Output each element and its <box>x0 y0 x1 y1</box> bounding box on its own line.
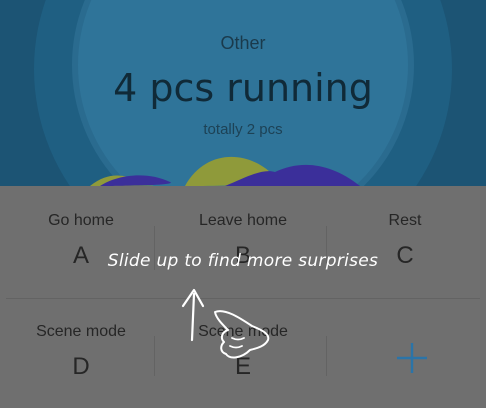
total-count: totally 2 pcs <box>203 121 283 138</box>
scene-leave-home[interactable]: Leave home B <box>162 186 324 297</box>
add-scene-button[interactable] <box>392 338 432 378</box>
divider <box>154 336 155 376</box>
scene-name: Leave home <box>198 212 288 229</box>
scene-mode-d[interactable]: Scene mode D <box>0 297 162 408</box>
scene-letter: D <box>72 353 90 380</box>
plus-icon <box>397 343 427 373</box>
status-area: Other 4 pcs running totally 2 pcs <box>0 0 486 186</box>
scene-rest[interactable]: Rest C <box>324 186 486 297</box>
scene-name: Rest <box>388 212 422 229</box>
scene-name: Scene mode <box>36 323 126 340</box>
swipe-hint-text: Slide up to find more surprises <box>107 251 379 271</box>
divider <box>326 336 327 376</box>
scene-name: Go home <box>48 212 114 229</box>
swipe-up-hand-icon <box>181 288 270 359</box>
scene-go-home[interactable]: Go home A <box>0 186 162 297</box>
status-label: Other <box>220 33 266 53</box>
running-count: 4 pcs running <box>113 66 373 110</box>
